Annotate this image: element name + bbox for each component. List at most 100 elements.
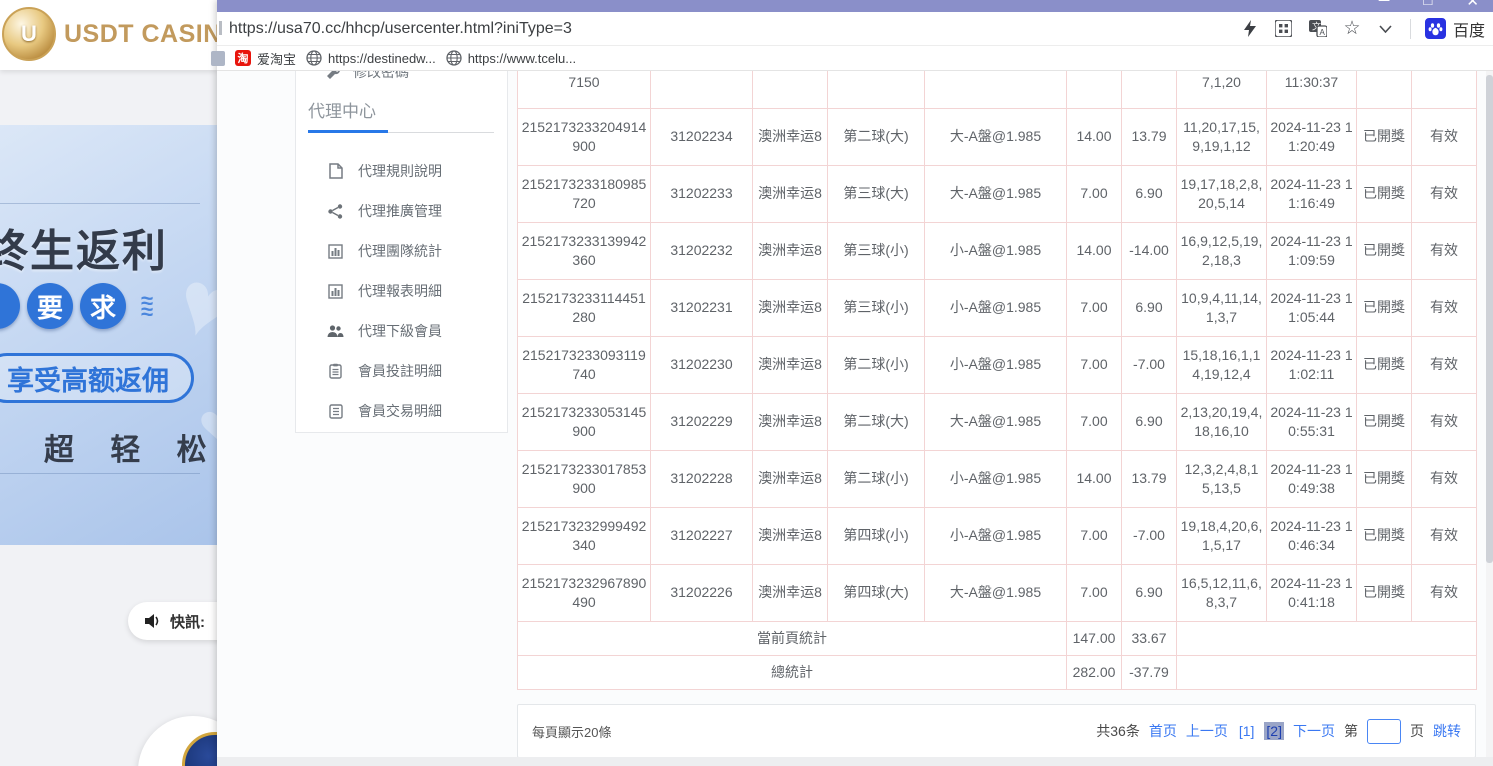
bookmark-item[interactable]: https://www.tcelu... xyxy=(446,50,576,66)
cell-amount xyxy=(1067,71,1122,108)
cell-valid: 有效 xyxy=(1412,564,1477,621)
bookmarks-bar: 淘爱淘宝 https://destinedw... https://www.tcel… xyxy=(217,45,1493,71)
maximize-button[interactable]: □ xyxy=(1423,0,1432,10)
cell-time: 2024-11-23 10:41:18 xyxy=(1267,564,1357,621)
sidebar-item[interactable]: 代理推廣管理 xyxy=(296,191,507,231)
next-page-link[interactable]: 下一页 xyxy=(1293,721,1335,741)
svg-text:A: A xyxy=(1319,28,1325,37)
page-link[interactable]: [1] xyxy=(1237,722,1257,740)
cell-result: 7,1,20 xyxy=(1177,71,1267,108)
bookmark-label: 爱淘宝 xyxy=(257,49,296,68)
page-content: 修改密碼 代理中心 代理規則說明代理推廣管理代理團隊統計代理報表明細代理下級會員… xyxy=(217,71,1493,766)
sidebar-item[interactable]: 代理團隊統計 xyxy=(296,231,507,271)
cell-amount: 14.00 xyxy=(1067,450,1122,507)
site-info-icon[interactable] xyxy=(219,21,222,35)
bookmark-star-icon[interactable]: ☆ xyxy=(1342,19,1362,39)
cell-result: 16,9,12,5,19,2,18,3 xyxy=(1177,222,1267,279)
page-link-current[interactable]: [2] xyxy=(1264,722,1284,740)
per-page-label: 每頁顯示20條 xyxy=(532,722,611,741)
cell-valid: 有效 xyxy=(1412,165,1477,222)
table-row: 215217323301785390031202228澳洲幸运8第二球(小)小-… xyxy=(518,450,1477,507)
jump-prefix: 第 xyxy=(1344,721,1358,741)
cell-result: 12,3,2,4,8,15,13,5 xyxy=(1177,450,1267,507)
scrollbar-track[interactable] xyxy=(1486,71,1493,757)
cell-valid: 有效 xyxy=(1412,336,1477,393)
cell-valid xyxy=(1412,71,1477,108)
cell-amount: 14.00 xyxy=(1067,108,1122,165)
translate-icon[interactable]: 文 A xyxy=(1308,19,1328,39)
sidebar-item-clipped[interactable]: 修改密碼 xyxy=(326,71,409,82)
cell-profit: 6.90 xyxy=(1122,564,1177,621)
cell-period: 31202229 xyxy=(651,393,753,450)
cell-amount: 7.00 xyxy=(1067,564,1122,621)
page-jump-input[interactable] xyxy=(1367,719,1401,744)
wrench-icon xyxy=(326,71,341,80)
table-row: 215217323309311974031202230澳洲幸运8第二球(小)小-… xyxy=(518,336,1477,393)
banner-divider-bottom xyxy=(0,473,200,474)
share-icon xyxy=(327,203,344,220)
cell-game: 澳洲幸运8 xyxy=(753,108,828,165)
waves-icon: ≈≈ xyxy=(141,295,151,317)
cell-status: 已開獎 xyxy=(1357,507,1412,564)
cell-order: 7150 xyxy=(518,71,651,108)
url-text[interactable]: https://usa70.cc/hhcp/usercenter.html?in… xyxy=(229,20,572,38)
cell-amount: 7.00 xyxy=(1067,165,1122,222)
cell-profit: 6.90 xyxy=(1122,393,1177,450)
browser-titlebar[interactable]: ─ □ ✕ xyxy=(217,0,1493,12)
table-row-partial: 71507,1,2011:30:37 xyxy=(518,71,1477,108)
floating-logo[interactable] xyxy=(138,716,217,766)
first-page-link[interactable]: 首页 xyxy=(1149,721,1177,741)
bookmark-item[interactable]: 淘爱淘宝 xyxy=(235,49,296,68)
cell-result: 10,9,4,11,14,1,3,7 xyxy=(1177,279,1267,336)
cell-odds: 大-A盤@1.985 xyxy=(925,108,1067,165)
coin-icon xyxy=(182,732,217,766)
chevron-down-icon[interactable] xyxy=(1376,19,1396,39)
table-row: 215217323313994236031202232澳洲幸运8第三球(小)小-… xyxy=(518,222,1477,279)
summary-profit: 33.67 xyxy=(1122,621,1177,655)
cell-amount: 14.00 xyxy=(1067,222,1122,279)
extensions-icon[interactable] xyxy=(1274,19,1294,39)
flash-icon[interactable] xyxy=(1240,19,1260,39)
clipped-bookmark-icon[interactable] xyxy=(211,51,225,66)
cell-order: 2152173233093119740 xyxy=(518,336,651,393)
cell-time: 2024-11-23 10:49:38 xyxy=(1267,450,1357,507)
cell-result: 19,18,4,20,6,1,5,17 xyxy=(1177,507,1267,564)
jump-button[interactable]: 跳转 xyxy=(1433,721,1461,741)
list-icon xyxy=(327,403,344,420)
cell-amount: 7.00 xyxy=(1067,336,1122,393)
cell-play: 第二球(大) xyxy=(828,108,925,165)
toolbar-divider xyxy=(1410,19,1411,39)
sidebar-item[interactable]: 會員投註明細 xyxy=(296,351,507,391)
cell-status xyxy=(1357,71,1412,108)
minimize-button[interactable]: ─ xyxy=(1379,0,1390,10)
sidebar-item[interactable]: 代理報表明細 xyxy=(296,271,507,311)
cell-order: 2152173233053145900 xyxy=(518,393,651,450)
summary-row: 當前頁統計147.0033.67 xyxy=(518,621,1477,655)
clipboard-icon xyxy=(327,363,344,380)
cell-odds: 小-A盤@1.985 xyxy=(925,507,1067,564)
address-bar[interactable]: https://usa70.cc/hhcp/usercenter.html?in… xyxy=(217,12,1493,45)
banner-subtitle: 超 轻 松 xyxy=(44,425,217,469)
cell-game: 澳洲幸运8 xyxy=(753,507,828,564)
close-button[interactable]: ✕ xyxy=(1466,0,1479,10)
cell-period: 31202228 xyxy=(651,450,753,507)
prev-page-link[interactable]: 上一页 xyxy=(1186,721,1228,741)
cell-play: 第二球(大) xyxy=(828,393,925,450)
table-row: 215217323305314590031202229澳洲幸运8第二球(大)大-… xyxy=(518,393,1477,450)
logo-letter: U xyxy=(21,21,37,47)
cell-play xyxy=(828,71,925,108)
cell-valid: 有效 xyxy=(1412,222,1477,279)
cell-game: 澳洲幸运8 xyxy=(753,279,828,336)
sidebar-item-label: 代理團隊統計 xyxy=(358,241,442,261)
sidebar-item[interactable]: 會員交易明細 xyxy=(296,391,507,431)
cell-odds: 大-A盤@1.985 xyxy=(925,564,1067,621)
cell-period: 31202231 xyxy=(651,279,753,336)
bookmark-label: https://destinedw... xyxy=(328,51,436,66)
search-engine-chip[interactable]: 百度 xyxy=(1425,17,1485,41)
sidebar-item[interactable]: 代理規則說明 xyxy=(296,151,507,191)
scrollbar-thumb[interactable] xyxy=(1486,75,1493,563)
bookmark-item[interactable]: https://destinedw... xyxy=(306,50,436,66)
sidebar-item[interactable]: 代理下級會員 xyxy=(296,311,507,351)
cell-profit: 13.79 xyxy=(1122,108,1177,165)
summary-empty xyxy=(1177,655,1477,689)
